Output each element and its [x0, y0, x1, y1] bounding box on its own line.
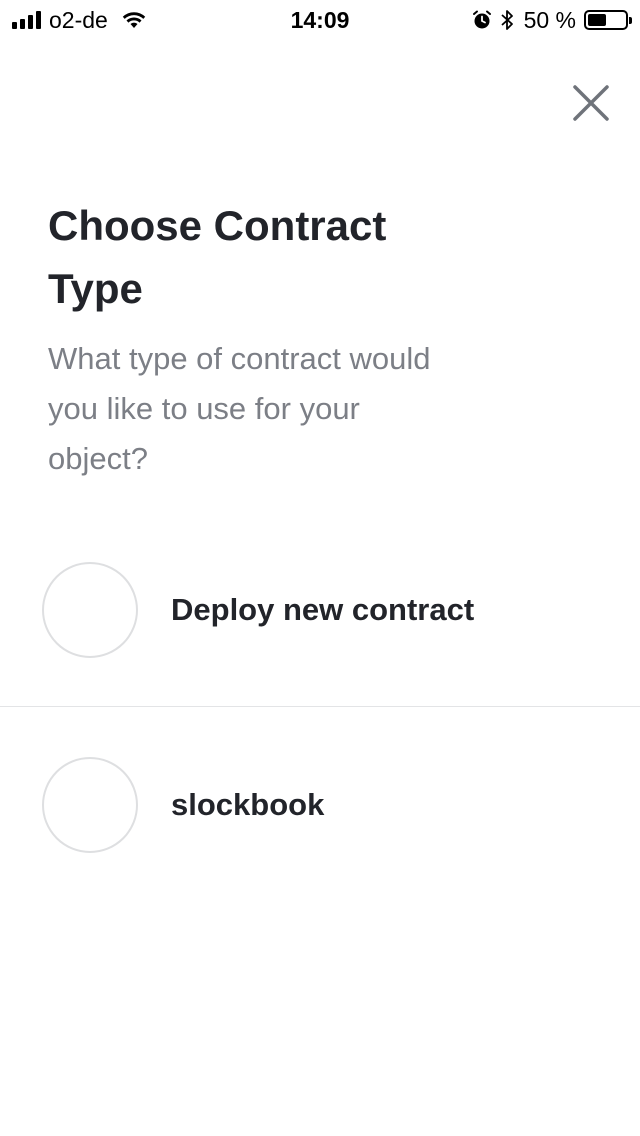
- radio-button[interactable]: [42, 562, 138, 658]
- battery-icon: [584, 10, 632, 30]
- option-label: Deploy new contract: [171, 592, 475, 627]
- alarm-icon: [472, 10, 491, 29]
- status-bar-right: 50 %: [472, 7, 632, 33]
- option-deploy-new-contract[interactable]: Deploy new contract: [0, 513, 640, 707]
- status-bar: o2-de 14:09 50 %: [0, 0, 640, 40]
- page-subtitle: What type of contract would you like to …: [48, 341, 431, 476]
- radio-button[interactable]: [42, 757, 138, 853]
- close-button[interactable]: [566, 78, 616, 128]
- battery-fill: [588, 14, 606, 26]
- close-icon: [573, 85, 609, 121]
- option-label: slockbook: [171, 787, 325, 822]
- battery-percent: 50 %: [523, 7, 576, 33]
- page-title: Choose Contract Type: [48, 202, 387, 312]
- screen: o2-de 14:09 50 % Choose Contract Type Wh…: [0, 0, 640, 1136]
- option-slockbook[interactable]: slockbook: [0, 708, 640, 902]
- bluetooth-icon: [500, 10, 513, 30]
